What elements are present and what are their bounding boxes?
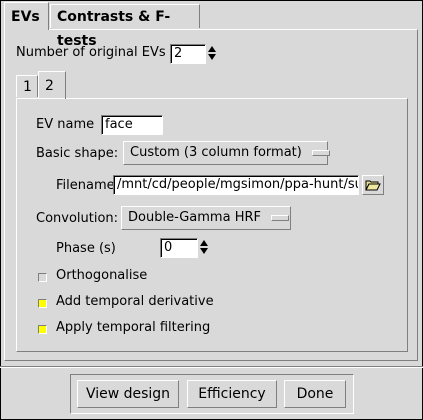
spin-down-icon[interactable]	[200, 248, 208, 254]
view-design-button[interactable]: View design	[77, 380, 179, 408]
phase-spinner[interactable]	[198, 238, 210, 258]
convolution-menu[interactable]: Double-Gamma HRF	[121, 206, 291, 230]
done-button[interactable]: Done	[284, 380, 346, 408]
spin-up-icon[interactable]	[208, 46, 216, 52]
ev-name-input[interactable]: face	[101, 115, 163, 135]
efficiency-button[interactable]: Efficiency	[187, 380, 277, 408]
filename-input[interactable]: /mnt/cd/people/mgsimon/ppa-hunt/subj	[113, 175, 359, 195]
ev-tab-2[interactable]: 2	[38, 71, 66, 99]
spin-up-icon[interactable]	[200, 240, 208, 246]
num-evs-input[interactable]: 2	[170, 44, 206, 64]
temporal-filtering-label: Apply temporal filtering	[56, 320, 211, 335]
separator	[0, 366, 423, 368]
phase-input[interactable]: 0	[160, 238, 198, 258]
basic-shape-menu[interactable]: Custom (3 column format)	[123, 141, 330, 165]
menu-indicator-icon	[270, 214, 289, 221]
ev-tab-1-label: 1	[23, 79, 32, 95]
num-evs-label: Number of original EVs	[16, 45, 166, 60]
basic-shape-label: Basic shape:	[36, 146, 119, 161]
filename-label: Filename	[56, 178, 115, 193]
menu-indicator-icon	[311, 149, 330, 156]
convolution-label: Convolution:	[36, 211, 119, 226]
orthogonalise-checkbox[interactable]	[38, 273, 47, 282]
tab-evs-label: EVs	[11, 9, 40, 25]
orthogonalise-label: Orthogonalise	[56, 268, 148, 283]
convolution-value: Double-Gamma HRF	[128, 210, 261, 225]
basic-shape-value: Custom (3 column format)	[130, 145, 302, 160]
num-evs-spinner[interactable]	[206, 44, 218, 64]
tab-contrasts[interactable]: Contrasts & F-tests	[50, 4, 200, 49]
spin-down-icon[interactable]	[208, 54, 216, 60]
ev-tab-1[interactable]: 1	[16, 75, 38, 97]
tab-evs[interactable]: EVs	[4, 2, 49, 30]
folder-open-icon	[365, 180, 381, 191]
ev-tab-2-label: 2	[45, 78, 54, 94]
temporal-filtering-checkbox[interactable]	[38, 325, 47, 334]
temporal-derivative-label: Add temporal derivative	[56, 294, 214, 309]
browse-button[interactable]	[362, 175, 384, 195]
temporal-derivative-checkbox[interactable]	[38, 299, 47, 308]
phase-label: Phase (s)	[56, 241, 116, 256]
ev-name-label: EV name	[36, 117, 95, 132]
